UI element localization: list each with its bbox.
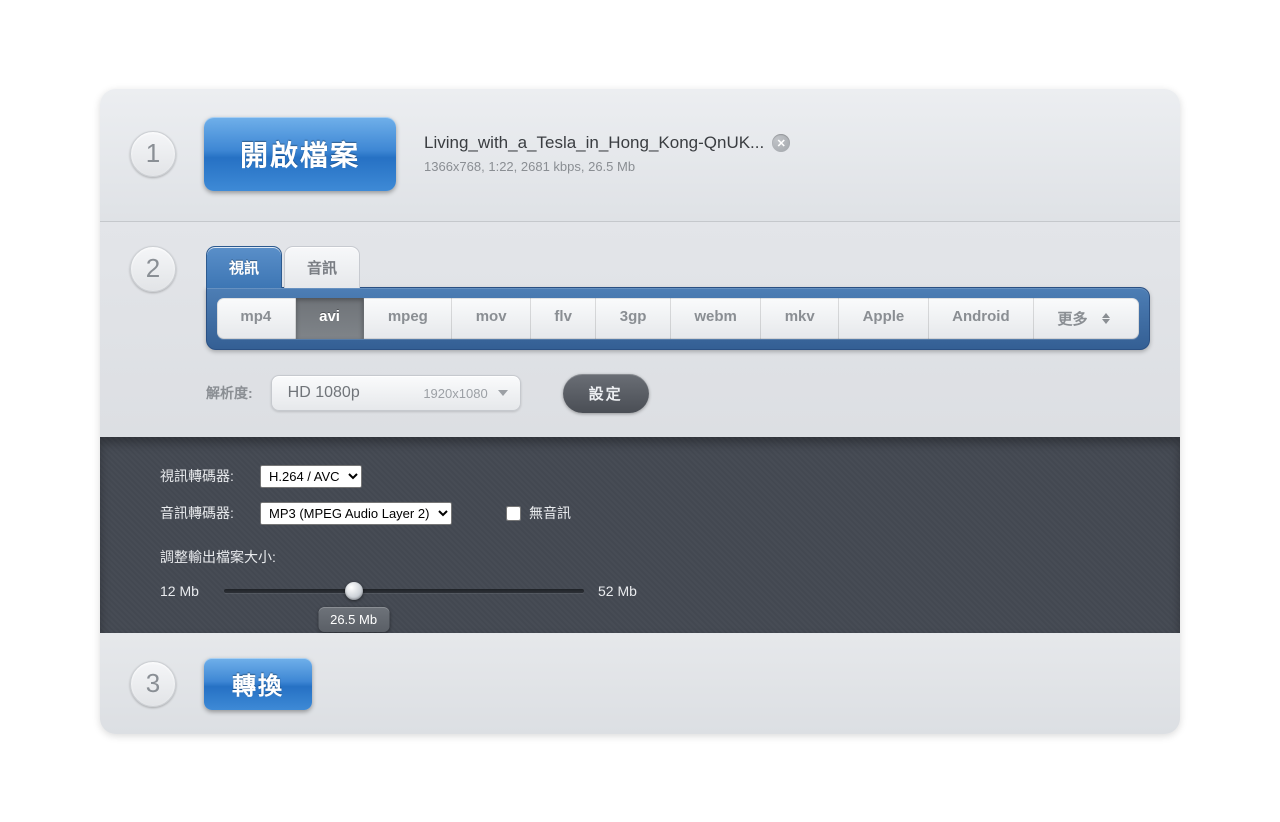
no-audio-checkbox[interactable] <box>506 506 521 521</box>
size-slider-track[interactable]: 26.5 Mb <box>224 589 584 593</box>
size-slider-row: 12 Mb 26.5 Mb 52 Mb <box>160 583 1150 599</box>
resolution-row: 解析度: HD 1080p 1920x1080 設定 <box>100 350 1180 437</box>
format-mkv[interactable]: mkv <box>761 298 839 339</box>
size-min-label: 12 Mb <box>160 583 210 599</box>
format-bar: mp4 avi mpeg mov flv 3gp webm mkv Apple … <box>217 298 1139 339</box>
resolution-label: 解析度: <box>206 383 253 403</box>
no-audio-checkbox-row[interactable]: 無音訊 <box>506 503 571 523</box>
format-avi[interactable]: avi <box>296 298 365 339</box>
advanced-panel: 視訊轉碼器: H.264 / AVC 音訊轉碼器: MP3 (MPEG Audi… <box>100 437 1180 633</box>
output-size-title: 調整輸出檔案大小: <box>160 547 1150 567</box>
format-bar-container: mp4 avi mpeg mov flv 3gp webm mkv Apple … <box>206 287 1150 350</box>
audio-codec-select[interactable]: MP3 (MPEG Audio Layer 2) <box>260 502 452 525</box>
section-format: 2 視訊 音訊 mp4 avi mpeg mov flv 3gp webm mk… <box>100 222 1180 633</box>
tab-audio[interactable]: 音訊 <box>284 246 360 288</box>
format-webm[interactable]: webm <box>671 298 761 339</box>
format-mp4[interactable]: mp4 <box>217 298 296 339</box>
format-3gp[interactable]: 3gp <box>596 298 671 339</box>
format-mov[interactable]: mov <box>452 298 531 339</box>
format-mpeg[interactable]: mpeg <box>364 298 452 339</box>
file-name-label: Living_with_a_Tesla_in_Hong_Kong-QnUK... <box>424 133 764 153</box>
tabs-row: 2 視訊 音訊 <box>100 222 1180 287</box>
updown-icon <box>1102 313 1110 324</box>
convert-button[interactable]: 轉換 <box>204 658 312 710</box>
file-meta-label: 1366x768, 1:22, 2681 kbps, 26.5 Mb <box>424 159 790 174</box>
video-codec-select[interactable]: H.264 / AVC <box>260 465 362 488</box>
step-badge-3: 3 <box>130 661 176 707</box>
chevron-down-icon <box>498 390 508 396</box>
size-slider-value: 26.5 Mb <box>318 607 389 632</box>
step-badge-2: 2 <box>130 246 176 292</box>
section-convert: 3 轉換 <box>100 633 1180 734</box>
remove-file-icon[interactable]: ✕ <box>772 134 790 152</box>
format-apple[interactable]: Apple <box>839 298 929 339</box>
size-slider-handle[interactable] <box>345 582 363 600</box>
format-more-label: 更多 <box>1057 308 1087 329</box>
tab-video[interactable]: 視訊 <box>206 246 282 288</box>
section-open-file: 1 開啟檔案 Living_with_a_Tesla_in_Hong_Kong-… <box>100 89 1180 222</box>
step-badge-1: 1 <box>130 131 176 177</box>
video-codec-label: 視訊轉碼器: <box>160 466 246 486</box>
no-audio-label: 無音訊 <box>529 503 571 523</box>
format-flv[interactable]: flv <box>531 298 596 339</box>
open-file-button[interactable]: 開啟檔案 <box>204 117 396 191</box>
resolution-dims: 1920x1080 <box>423 386 487 401</box>
format-android[interactable]: Android <box>929 298 1034 339</box>
format-more[interactable]: 更多 <box>1034 298 1139 339</box>
resolution-select[interactable]: HD 1080p 1920x1080 <box>271 375 521 411</box>
converter-window: 1 開啟檔案 Living_with_a_Tesla_in_Hong_Kong-… <box>100 89 1180 734</box>
size-max-label: 52 Mb <box>598 583 648 599</box>
audio-codec-label: 音訊轉碼器: <box>160 503 246 523</box>
resolution-value: HD 1080p <box>288 384 360 402</box>
file-info: Living_with_a_Tesla_in_Hong_Kong-QnUK...… <box>424 133 790 174</box>
settings-button[interactable]: 設定 <box>563 374 649 413</box>
